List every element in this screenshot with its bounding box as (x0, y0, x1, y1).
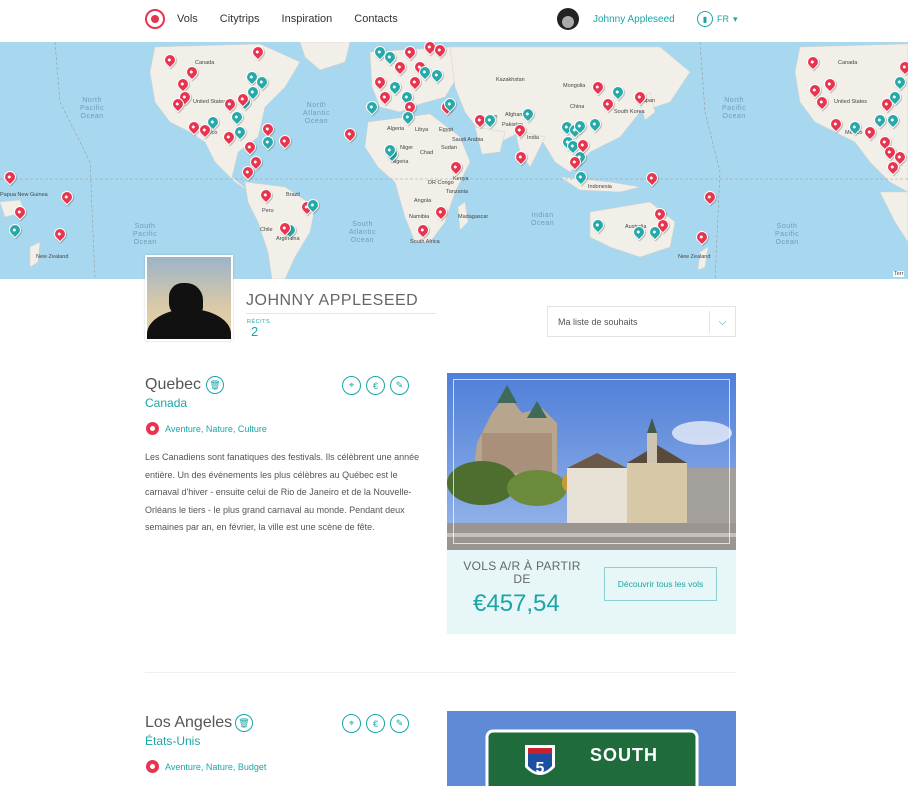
wishlist-label: Ma liste de souhaits (558, 316, 638, 327)
edit-pencil-icon[interactable]: ✎ (390, 714, 409, 733)
country-label: India (527, 135, 539, 141)
logo-icon[interactable] (145, 9, 165, 29)
country-label: China (570, 104, 585, 110)
tag-pin-icon (146, 760, 159, 773)
ocean-label: North Atlantic Ocean (303, 102, 330, 125)
country-label: DR Congo (428, 180, 454, 186)
country-label: Egypt (439, 127, 454, 133)
recits-count: 2 (251, 324, 259, 339)
trash-icon[interactable]: 🗑 (206, 376, 224, 394)
country-label: Peru (262, 208, 274, 214)
country-label: Madagascar (458, 214, 489, 220)
ocean-label: South Pacific Ocean (133, 223, 158, 246)
story-tags: Aventure, Nature, Culture (146, 422, 267, 435)
ocean-label: North Pacific Ocean (80, 97, 105, 120)
country-label: Libya (415, 127, 429, 133)
nav-item-contacts[interactable]: Contacts (354, 13, 397, 25)
discover-flights-button[interactable]: Découvrir tous les vols (604, 567, 717, 601)
user-menu[interactable]: Johnny Appleseed (557, 8, 675, 30)
flight-offer: VOLS A/R À PARTIR DE €457,54 Découvrir t… (447, 550, 736, 634)
country-label: Sudan (441, 145, 457, 151)
story-text: Les Canadiens sont fanatiques des festiv… (145, 452, 420, 532)
offer-label: VOLS A/R À PARTIR DE (463, 559, 581, 586)
story-country[interactable]: Canada (145, 396, 187, 410)
nav-item-inspiration[interactable]: Inspiration (282, 13, 333, 25)
nav-item-vols[interactable]: Vols (177, 13, 198, 25)
country-label: Tanzania (446, 189, 469, 195)
story-city: Los Angeles (145, 714, 233, 731)
country-label: New Zealand (678, 254, 711, 260)
language-selector[interactable]: ▮ FR ▾ (697, 11, 738, 27)
wishlist-select[interactable]: Ma liste de souhaits ⌵ (547, 306, 736, 337)
ocean-label: South Atlantic Ocean (349, 221, 376, 244)
sign-text: SOUTH (590, 745, 658, 765)
country-label: Angola (414, 198, 432, 204)
tag-pin-icon (146, 422, 159, 435)
country-label: Mongolia (563, 83, 586, 89)
country-label: United States (193, 99, 227, 105)
country-label: Namibia (409, 214, 430, 220)
profile-divider (246, 313, 436, 314)
country-label: New Zealand (36, 254, 69, 260)
country-label: South Korea (614, 109, 645, 115)
story-photo-quebec (447, 373, 736, 550)
country-label: Canada (195, 60, 215, 66)
top-navigation: Vols Citytrips Inspiration Contacts John… (0, 0, 908, 42)
country-label: Brazil (286, 192, 300, 198)
country-label: Kazakhstan (496, 77, 525, 83)
edit-pencil-icon[interactable]: ✎ (390, 376, 409, 395)
profile-photo (145, 255, 233, 341)
location-pin-icon[interactable]: ⌖ (342, 376, 361, 395)
country-label: Papua New Guinea (0, 192, 48, 198)
world-map[interactable]: North Pacific Ocean North Atlantic Ocean Nor… (0, 42, 908, 279)
story-country[interactable]: États-Unis (145, 734, 200, 748)
ocean-label: North Pacific Ocean (722, 97, 747, 120)
country-label: Algeria (387, 126, 405, 132)
country-label: Kenya (453, 176, 469, 182)
story-tags-text[interactable]: Aventure, Nature, Budget (165, 762, 266, 772)
country-label: Chad (420, 150, 434, 156)
map-attribution: Terr (893, 271, 905, 277)
country-label: South Africa (410, 239, 440, 245)
section-divider (145, 672, 736, 673)
interstate-number: 5 (536, 760, 545, 777)
story-photo-los-angeles: 5 SOUTH (447, 711, 736, 786)
trash-icon[interactable]: 🗑 (235, 714, 253, 732)
ocean-label: Indian Ocean (531, 212, 555, 227)
profile-name: JOHNNY APPLESEED (246, 292, 419, 309)
country-label: Saudi Arabia (452, 137, 484, 143)
location-pin-icon[interactable]: ⌖ (342, 714, 361, 733)
country-label: Niger (400, 145, 414, 151)
chevron-down-icon: ▾ (733, 13, 738, 24)
country-label: Indonesia (588, 184, 612, 190)
chevron-down-icon[interactable]: ⌵ (709, 311, 735, 333)
nav-item-citytrips[interactable]: Citytrips (220, 13, 260, 25)
avatar[interactable] (557, 8, 579, 30)
language-icon: ▮ (697, 11, 713, 27)
offer-price: €457,54 (473, 590, 560, 617)
country-label: United States (834, 99, 868, 105)
story-tags: Aventure, Nature, Budget (146, 760, 266, 773)
country-label: Chile (260, 227, 273, 233)
euro-icon[interactable]: € (366, 376, 385, 395)
main-nav: Vols Citytrips Inspiration Contacts (177, 13, 398, 25)
user-name[interactable]: Johnny Appleseed (593, 14, 675, 25)
story-city: Quebec (145, 376, 202, 393)
language-label: FR (717, 14, 729, 24)
country-label: Canada (838, 60, 858, 66)
story-tags-text[interactable]: Aventure, Nature, Culture (165, 424, 267, 434)
euro-icon[interactable]: € (366, 714, 385, 733)
ocean-label: South Pacific Ocean (775, 223, 800, 246)
